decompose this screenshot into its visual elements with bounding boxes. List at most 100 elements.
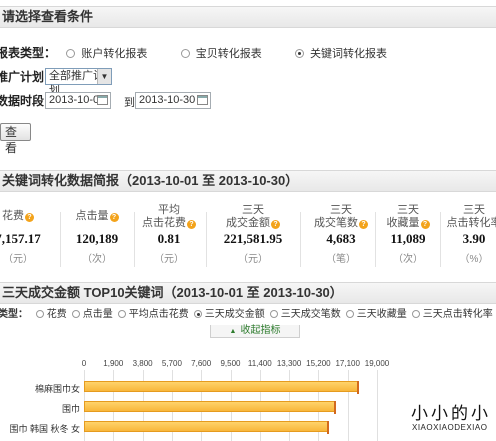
radio-circle[interactable]	[66, 49, 76, 58]
radio-circle[interactable]	[180, 49, 190, 58]
top10-panel-title: 三天成交金额 TOP10关键词（2013-10-01 至 2013-10-30）	[2, 285, 343, 300]
x-tick-label: 7,600	[191, 359, 212, 368]
stat-label: 平均	[158, 204, 180, 216]
grid-line	[377, 370, 378, 441]
radio-circle[interactable]	[193, 310, 202, 318]
metric-filter-row: 类型： 花费 点击量 平均点击花费 三天成交金额 三天成交笔数 三天收藏量 三天点击转化率	[0, 308, 493, 322]
radio-item-report[interactable]: 宝贝转化报表	[180, 45, 262, 63]
watermark-subtitle: XIAOXIAODEXIAO	[412, 423, 488, 432]
filter-option-label: 三天收藏量	[356, 309, 407, 320]
bar-end-marker	[357, 381, 360, 394]
radio-circle[interactable]	[269, 310, 278, 318]
help-icon[interactable]: ?	[420, 220, 430, 229]
x-tick-label: 3,800	[132, 359, 153, 368]
report-type-row: 报表类型： 账户转化报表 宝贝转化报表 关键词转化报表	[0, 44, 387, 62]
end-date-value: 2013-10-30	[139, 94, 196, 106]
filter-label: 类型：	[0, 309, 28, 320]
radio-circle[interactable]	[71, 310, 80, 318]
filter-option[interactable]: 花费	[31, 308, 67, 322]
stat-label: 花费?	[0, 210, 58, 223]
filter-option-label: 花费	[46, 309, 67, 320]
help-icon[interactable]: ?	[187, 220, 196, 229]
stat-label: 点击转化率	[446, 217, 496, 229]
radio-circle[interactable]	[411, 310, 420, 318]
x-tick-label: 11,400	[247, 359, 272, 368]
stat-divider	[60, 212, 61, 267]
filter-option[interactable]: 三天点击转化率	[407, 308, 493, 322]
x-tick-label: 13,300	[276, 359, 302, 368]
bar[interactable]	[84, 421, 328, 432]
help-icon[interactable]: ?	[109, 213, 119, 222]
watermark-title: 小小的小	[411, 404, 491, 424]
stat-divider	[206, 212, 207, 267]
summary-panel-title: 关键词转化数据简报（2013-10-01 至 2013-10-30）	[2, 173, 299, 188]
stat-label-block: 三天 成交金额?	[213, 204, 293, 230]
x-tick-label: 5,700	[161, 359, 182, 368]
stat-label-block: 点击量?	[57, 210, 137, 223]
stat-value: 221,581.95	[223, 231, 283, 246]
radio-label: 关键词转化报表	[310, 48, 388, 60]
stat-value: 0.81	[157, 231, 181, 246]
stat-unit: （元）	[238, 254, 268, 265]
stat-label: 点击花费?	[129, 217, 209, 230]
stat-label: 成交金额?	[213, 217, 293, 230]
filter-option[interactable]: 三天成交金额	[189, 308, 265, 322]
plan-select[interactable]: 全部推广计划 ▼	[45, 68, 112, 97]
condition-panel-title: 请选择查看条件	[2, 9, 94, 24]
x-tick-label: 19,000	[364, 359, 390, 368]
stat-label: 三天	[242, 204, 264, 216]
filter-option-label: 三天成交金额	[204, 309, 265, 320]
bar[interactable]	[84, 381, 359, 392]
start-date-input[interactable]: 2013-10-01	[45, 92, 111, 109]
view-button[interactable]: 查看	[0, 123, 31, 155]
collapse-metrics-toggle[interactable]: ▲ 收起指标	[210, 325, 300, 338]
chevron-down-icon[interactable]: ▼	[97, 69, 111, 84]
stat-divider	[134, 212, 135, 267]
radio-circle-checked[interactable]	[295, 49, 305, 58]
filter-option[interactable]: 点击量	[67, 308, 113, 322]
stat-label-block: 花费?	[0, 210, 58, 223]
filter-option-label: 点击量	[82, 309, 113, 320]
filter-option[interactable]: 三天收藏量	[341, 308, 407, 322]
chevron-up-icon: ▲	[229, 328, 237, 335]
category-label: 棉麻围巾女	[34, 384, 80, 394]
stat-divider	[440, 212, 441, 267]
bar-end-marker	[326, 421, 329, 434]
help-icon[interactable]: ?	[25, 213, 34, 222]
radio-label: 账户转化报表	[81, 48, 148, 60]
stat-label: 三天	[463, 204, 485, 216]
filter-option-label: 平均点击花费	[128, 309, 189, 320]
report-type-label: 报表类型：	[0, 46, 57, 60]
help-icon[interactable]: ?	[271, 220, 280, 229]
stat-unit: （%）	[459, 254, 489, 265]
stat-unit: （元）	[3, 254, 33, 265]
view-button-label: 查看	[5, 125, 18, 155]
stat-unit: （笔）	[326, 254, 356, 265]
radio-keyword-report[interactable]: 关键词转化报表	[295, 45, 387, 63]
radio-circle[interactable]	[345, 310, 354, 318]
help-icon[interactable]: ?	[359, 220, 368, 229]
filter-option-label: 三天成交笔数	[280, 309, 341, 320]
filter-option[interactable]: 三天成交笔数	[265, 308, 341, 322]
filter-option[interactable]: 平均点击花费	[113, 308, 189, 322]
calendar-icon[interactable]	[197, 95, 208, 105]
stat-unit: （次）	[82, 254, 112, 265]
end-date-input[interactable]: 2013-10-30	[135, 92, 211, 109]
filter-option-label: 三天点击转化率	[422, 309, 493, 320]
radio-circle[interactable]	[35, 310, 44, 318]
x-tick-label: 0	[81, 359, 87, 368]
summary-panel-header: 关键词转化数据简报（2013-10-01 至 2013-10-30）	[0, 170, 496, 192]
category-label: 围巾 韩国 秋冬 女	[9, 424, 80, 434]
top10-panel-header: 三天成交金额 TOP10关键词（2013-10-01 至 2013-10-30）	[0, 282, 496, 304]
category-label: 围巾	[61, 404, 80, 414]
stat-unit: （元）	[154, 254, 184, 265]
bar-end-marker	[334, 401, 337, 414]
date-separator: 到	[124, 97, 135, 109]
x-tick-label: 9,500	[220, 359, 241, 368]
x-tick-label: 1,900	[103, 359, 124, 368]
collapse-label: 收起指标	[240, 325, 281, 336]
radio-circle[interactable]	[117, 310, 126, 318]
radio-account-report[interactable]: 账户转化报表	[66, 45, 147, 63]
calendar-icon[interactable]	[97, 95, 108, 105]
bar[interactable]	[84, 401, 336, 412]
